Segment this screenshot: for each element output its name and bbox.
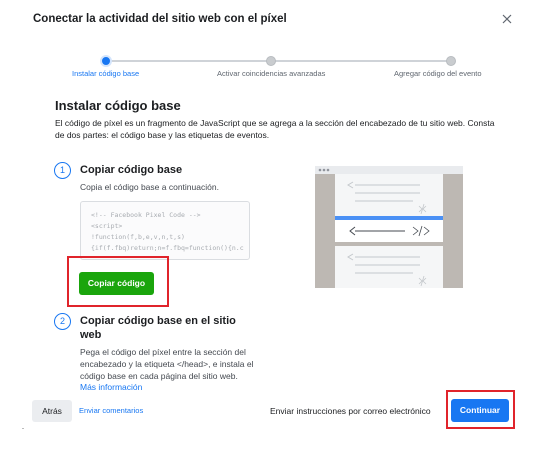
step2-description: Pega el código del píxel entre la secció… [80, 347, 254, 381]
step1-subtitle: Copia el código base a continuación. [80, 182, 219, 192]
stepper-line [275, 60, 450, 62]
code-line: !function(f,b,e,v,n,t,s) [91, 233, 185, 241]
step-label-advanced-matching[interactable]: Activar coincidencias avanzadas [217, 69, 325, 78]
step-dot [266, 56, 276, 66]
section-description: El código de píxel es un fragmento de Ja… [55, 118, 495, 140]
section-title: Instalar código base [55, 98, 181, 113]
step2-title: Copiar código base en el sitio web [80, 315, 236, 341]
continue-button[interactable]: Continuar [451, 399, 509, 422]
code-line: <!-- Facebook Pixel Code --> [91, 211, 201, 219]
step-label-install[interactable]: Instalar código base [72, 69, 139, 78]
code-line: {if(f.fbq)return;n=f.fbq=function(){n.c [91, 244, 244, 252]
dialog-title: Conectar la actividad del sitio web con … [33, 13, 287, 25]
more-info-link[interactable]: Más información [80, 382, 142, 392]
decorative-dot [22, 428, 24, 429]
step-label-event-code[interactable]: Agregar código del evento [394, 69, 482, 78]
website-illustration [315, 166, 463, 288]
code-line: <script> [91, 222, 123, 230]
step-number-2: 2 [54, 313, 71, 330]
email-instructions-link[interactable]: Enviar instrucciones por correo electrón… [270, 406, 431, 416]
feedback-link[interactable]: Enviar comentarios [79, 406, 143, 415]
back-button[interactable]: Atrás [32, 400, 72, 422]
code-snippet-box[interactable]: <!-- Facebook Pixel Code --> <script> !f… [80, 201, 250, 260]
close-icon[interactable] [500, 12, 514, 26]
step-dot [446, 56, 456, 66]
copy-code-button[interactable]: Copiar código [79, 272, 154, 295]
step1-title: Copiar código base [80, 164, 183, 176]
stepper-line [106, 60, 270, 62]
progress-stepper: Instalar código base Activar coincidenci… [70, 55, 488, 86]
step-number-1: 1 [54, 162, 71, 179]
step-dot-active [100, 55, 112, 67]
